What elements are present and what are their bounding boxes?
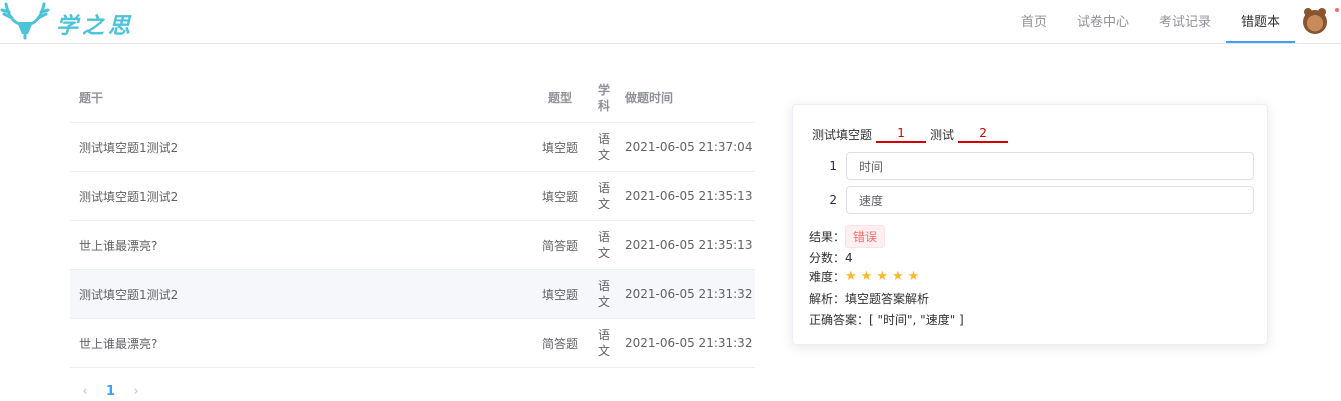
nav-exam-records[interactable]: 考试记录 bbox=[1144, 0, 1226, 43]
table-row[interactable]: 世上谁最漂亮? 简答题语文 2021-06-05 21:35:13 bbox=[70, 221, 755, 270]
result-line: 结果： 错误 bbox=[809, 225, 886, 248]
cell-subject: 语文 bbox=[593, 180, 615, 212]
cell-subject: 语文 bbox=[593, 327, 615, 359]
user-menu[interactable] bbox=[1295, 0, 1341, 43]
column-header-type: 题型 bbox=[547, 91, 572, 105]
star-icon: ★ bbox=[891, 269, 908, 284]
difficulty-line: 难度： ★★★★★ bbox=[809, 268, 923, 285]
score-value: 4 bbox=[845, 250, 853, 265]
answer-input-2[interactable]: 速度 bbox=[846, 186, 1254, 214]
answer-index: 2 bbox=[829, 193, 837, 207]
subject-char: 语 bbox=[597, 328, 610, 342]
correct-answer-label: 正确答案： bbox=[809, 313, 870, 327]
cell-type: 简答题 bbox=[541, 336, 578, 351]
cell-subject: 语文 bbox=[593, 278, 615, 310]
table-header: 题干 题型 学科 做题时间 bbox=[70, 73, 755, 123]
cell-stem: 测试填空题1测试2 bbox=[79, 140, 179, 155]
star-icon: ★ bbox=[860, 269, 877, 284]
pagination: ‹ 1 › bbox=[78, 384, 143, 399]
answer-input-1[interactable]: 时间 bbox=[846, 152, 1254, 180]
score-line: 分数： 4 bbox=[809, 249, 853, 266]
cell-type: 简答题 bbox=[541, 238, 578, 253]
cell-stem: 世上谁最漂亮? bbox=[79, 336, 158, 351]
question-detail-card: 测试填空题 1 测试 2 1 时间 2 速度 结果： 错误 分数： 4 难度： … bbox=[792, 104, 1268, 345]
blank-1: 1 bbox=[876, 126, 927, 143]
question-text: 测试填空题 1 测试 2 bbox=[812, 126, 1012, 143]
subject-char: 语 bbox=[597, 132, 610, 146]
nav-paper-center[interactable]: 试卷中心 bbox=[1062, 0, 1144, 43]
column-header-stem: 题干 bbox=[79, 91, 104, 105]
answer-row: 2 速度 bbox=[823, 186, 1254, 214]
table-row[interactable]: 测试填空题1测试2 填空题语文 2021-06-05 21:31:32 bbox=[70, 270, 755, 319]
cell-time: 2021-06-05 21:35:13 bbox=[625, 238, 753, 252]
subject-char: 文 bbox=[597, 344, 610, 358]
cell-time: 2021-06-05 21:37:04 bbox=[625, 140, 753, 154]
cell-type: 填空题 bbox=[541, 189, 578, 204]
column-header-time: 做题时间 bbox=[625, 91, 674, 105]
nav-home[interactable]: 首页 bbox=[1006, 0, 1062, 43]
correct-answer-line: 正确答案： [ "时间", "速度" ] bbox=[809, 311, 964, 328]
next-page-button[interactable]: › bbox=[129, 384, 143, 399]
table-row[interactable]: 世上谁最漂亮? 简答题语文 2021-06-05 21:31:32 bbox=[70, 319, 755, 368]
subject-char: 语 bbox=[597, 230, 610, 244]
cell-subject: 语文 bbox=[593, 229, 615, 261]
difficulty-label: 难度： bbox=[809, 270, 846, 284]
difficulty-stars: ★★★★★ bbox=[845, 269, 923, 284]
answer-index: 1 bbox=[829, 159, 837, 173]
page-number-current[interactable]: 1 bbox=[106, 384, 115, 399]
table-row[interactable]: 测试填空题1测试2 填空题语文 2021-06-05 21:35:13 bbox=[70, 172, 755, 221]
analysis-line: 解析： 填空题答案解析 bbox=[809, 290, 929, 307]
result-tag: 错误 bbox=[845, 225, 886, 248]
nav-wrong-questions[interactable]: 错题本 bbox=[1225, 0, 1295, 43]
result-label: 结果： bbox=[809, 230, 846, 244]
star-icon: ★ bbox=[876, 269, 892, 284]
cell-stem: 测试填空题1测试2 bbox=[79, 287, 179, 302]
logo[interactable]: 学之思 bbox=[0, 0, 134, 43]
main-nav: 首页 试卷中心 考试记录 错题本 bbox=[1006, 0, 1341, 43]
column-header-subject: 学科 bbox=[597, 82, 610, 113]
score-label: 分数： bbox=[809, 251, 846, 265]
star-icon: ★ bbox=[845, 269, 861, 284]
cell-stem: 世上谁最漂亮? bbox=[79, 238, 158, 253]
wrong-question-table: 题干 题型 学科 做题时间 测试填空题1测试2 填空题语文 2021-06-05 2… bbox=[70, 73, 755, 368]
analysis-label: 解析： bbox=[809, 292, 846, 306]
cell-subject: 语文 bbox=[593, 131, 615, 163]
table-row[interactable]: 测试填空题1测试2 填空题语文 2021-06-05 21:37:04 bbox=[70, 123, 755, 172]
logo-text: 学之思 bbox=[56, 12, 135, 39]
star-icon: ★ bbox=[907, 269, 924, 284]
subject-char: 文 bbox=[597, 197, 610, 211]
subject-char: 文 bbox=[597, 148, 610, 162]
cell-stem: 测试填空题1测试2 bbox=[79, 189, 179, 204]
question-part-2: 测试 bbox=[930, 128, 955, 142]
answer-row: 1 时间 bbox=[823, 152, 1254, 180]
analysis-value: 填空题答案解析 bbox=[845, 292, 930, 306]
prev-page-button[interactable]: ‹ bbox=[78, 384, 92, 399]
subject-char: 文 bbox=[597, 246, 610, 260]
subject-char: 语 bbox=[597, 279, 610, 293]
cell-type: 填空题 bbox=[541, 140, 578, 155]
subject-char: 语 bbox=[597, 181, 610, 195]
correct-answer-value: [ "时间", "速度" ] bbox=[869, 313, 964, 327]
cell-type: 填空题 bbox=[541, 287, 578, 302]
cell-time: 2021-06-05 21:31:32 bbox=[625, 336, 753, 350]
top-navbar: 学之思 首页 试卷中心 考试记录 错题本 bbox=[0, 0, 1341, 44]
question-part-1: 测试填空题 bbox=[812, 128, 873, 142]
cell-time: 2021-06-05 21:35:13 bbox=[625, 189, 753, 203]
cell-time: 2021-06-05 21:31:32 bbox=[625, 287, 753, 301]
deer-logo-icon bbox=[0, 2, 50, 40]
blank-2: 2 bbox=[958, 126, 1009, 143]
notification-dot bbox=[1335, 8, 1339, 12]
avatar[interactable] bbox=[1303, 7, 1327, 34]
subject-char: 文 bbox=[597, 295, 610, 309]
